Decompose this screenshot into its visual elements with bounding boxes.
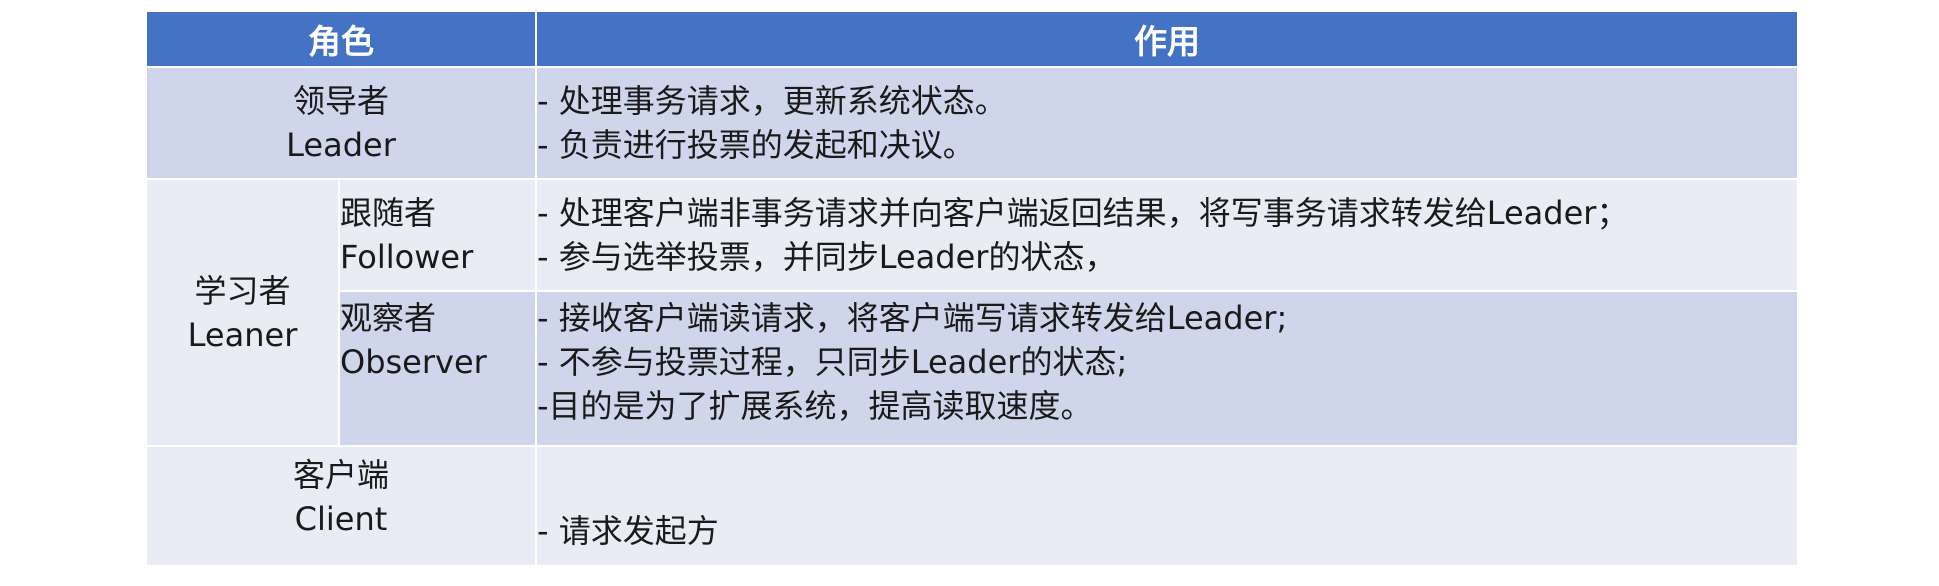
desc-line: - 负责进行投票的发起和决议。	[537, 126, 975, 164]
role-name-cn: 学习者	[194, 271, 291, 310]
desc-cell-client: - 请求发起方	[535, 445, 1799, 567]
roles-table: 角色 作用 领导者 Leader - 处理事务请求，更新系统状态。 - 负责进行…	[145, 10, 1799, 567]
header-role: 角色	[145, 10, 537, 68]
role-cell-leader: 领导者 Leader	[145, 66, 537, 180]
role-name-cn: 跟随者	[340, 194, 437, 232]
desc-cell-leader: - 处理事务请求，更新系统状态。 - 负责进行投票的发起和决议。	[535, 66, 1799, 180]
role-name-en: Observer	[340, 343, 487, 381]
table-row-client: 客户端 Client - 请求发起方	[145, 445, 1799, 567]
subrole-cell-observer: 观察者 Observer	[338, 290, 537, 447]
desc-cell-follower: - 处理客户端非事务请求并向客户端返回结果，将写事务请求转发给Leader； -…	[535, 178, 1799, 292]
role-name-cn: 客户端	[292, 456, 389, 494]
desc-cell-observer: - 接收客户端读请求，将客户端写请求转发给Leader; - 不参与投票过程，只…	[535, 290, 1799, 447]
subrole-cell-follower: 跟随者 Follower	[338, 178, 537, 292]
desc-line: - 接收客户端读请求，将客户端写请求转发给Leader;	[537, 299, 1288, 337]
desc-line: -目的是为了扩展系统，提高读取速度。	[537, 387, 1093, 425]
role-cell-client: 客户端 Client	[145, 445, 537, 567]
table-row-observer: 观察者 Observer - 接收客户端读请求，将客户端写请求转发给Leader…	[146, 290, 1799, 447]
role-cell-learner: 学习者 Leaner	[145, 178, 340, 447]
role-name-cn: 领导者	[292, 82, 389, 120]
role-name-en: Follower	[340, 238, 474, 276]
header-function: 作用	[535, 10, 1799, 68]
desc-line: - 参与选举投票，并同步Leader的状态，	[537, 238, 1117, 276]
role-name-cn: 观察者	[340, 299, 437, 337]
table-header-row: 角色 作用	[145, 10, 1799, 68]
role-name-en: Leaner	[187, 315, 298, 354]
table-row-follower: 学习者 Leaner 跟随者 Follower - 处理客户端非事务请求并向客户…	[145, 178, 1799, 447]
role-name-en: Leader	[286, 126, 396, 164]
table-row-leader: 领导者 Leader - 处理事务请求，更新系统状态。 - 负责进行投票的发起和…	[145, 66, 1799, 180]
desc-line: - 处理事务请求，更新系统状态。	[537, 82, 1007, 120]
desc-line: - 请求发起方	[537, 512, 719, 550]
desc-line: - 处理客户端非事务请求并向客户端返回结果，将写事务请求转发给Leader；	[537, 194, 1629, 232]
desc-line: - 不参与投票过程，只同步Leader的状态;	[537, 343, 1128, 381]
role-name-en: Client	[294, 500, 388, 538]
